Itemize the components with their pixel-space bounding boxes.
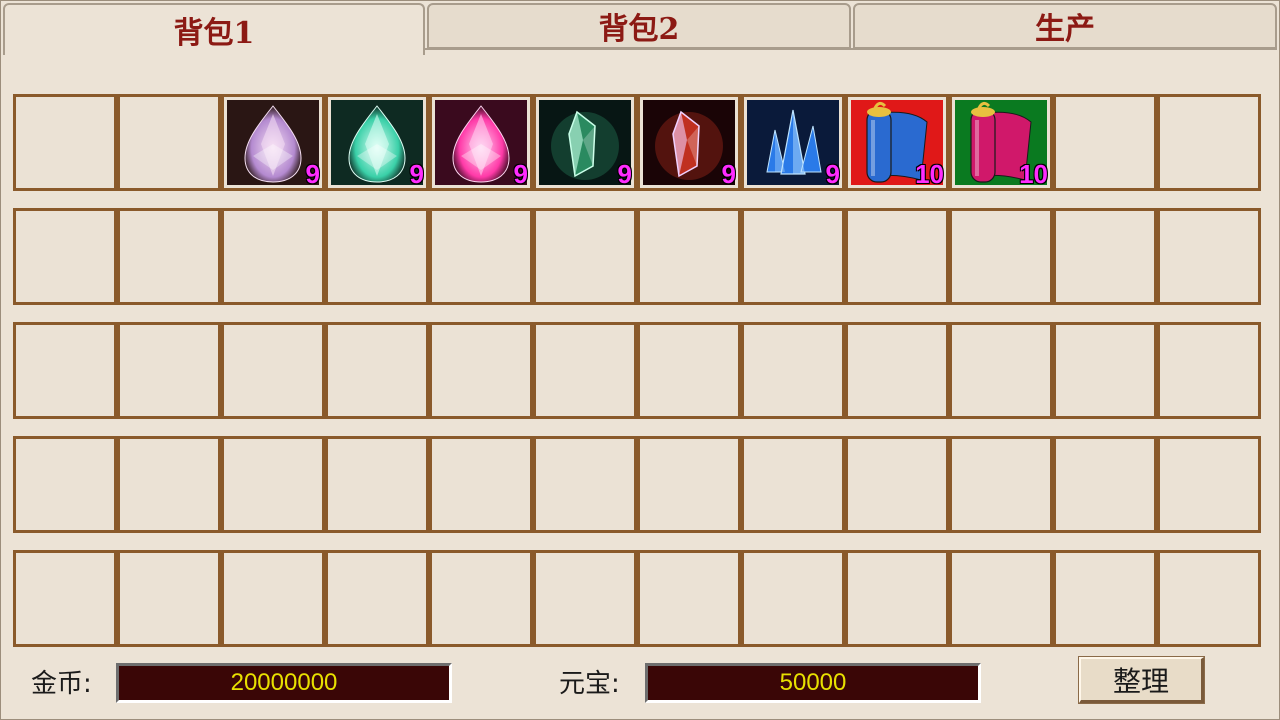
inventory-slot[interactable] — [221, 322, 325, 419]
inventory-slot[interactable] — [117, 208, 221, 305]
inventory-slot[interactable]: 9 — [533, 94, 637, 191]
inventory-slot[interactable] — [1157, 322, 1261, 419]
inventory-slot[interactable] — [325, 550, 429, 647]
inventory-slot[interactable] — [1053, 550, 1157, 647]
item-count: 9 — [721, 159, 736, 189]
item-count: 10 — [915, 159, 944, 189]
inventory-slot[interactable] — [949, 208, 1053, 305]
inventory-slot[interactable] — [117, 550, 221, 647]
inventory-slot[interactable] — [741, 436, 845, 533]
inventory-slot[interactable] — [637, 550, 741, 647]
inventory-slot[interactable]: 9 — [325, 94, 429, 191]
inventory-slot[interactable] — [13, 436, 117, 533]
inventory-slot[interactable] — [845, 436, 949, 533]
inventory-slot[interactable]: 9 — [429, 94, 533, 191]
inventory-slot[interactable] — [1053, 208, 1157, 305]
inventory-slot[interactable] — [325, 322, 429, 419]
tab-production[interactable]: 生产 — [853, 3, 1277, 49]
tab-divider — [425, 48, 1277, 50]
inventory-slot[interactable] — [741, 550, 845, 647]
inventory-slot[interactable] — [429, 436, 533, 533]
inventory-slot[interactable]: 9 — [221, 94, 325, 191]
inventory-slot[interactable] — [637, 322, 741, 419]
inventory-slot[interactable] — [949, 322, 1053, 419]
item-count: 9 — [513, 159, 528, 189]
item-count: 9 — [305, 159, 320, 189]
inventory-slot[interactable] — [325, 208, 429, 305]
item-count: 10 — [1019, 159, 1048, 189]
inventory-slot[interactable] — [845, 550, 949, 647]
gold-value-field: 20000000 — [116, 663, 452, 703]
inventory-slot[interactable] — [13, 550, 117, 647]
inventory-slot[interactable] — [1157, 94, 1261, 191]
inventory-slot[interactable] — [637, 208, 741, 305]
yuanbao-label: 元宝: — [559, 669, 620, 699]
inventory-slot[interactable] — [429, 208, 533, 305]
sort-button[interactable]: 整理 — [1078, 656, 1205, 704]
inventory-slot[interactable] — [1053, 94, 1157, 191]
inventory-slot[interactable] — [1053, 436, 1157, 533]
inventory-slot[interactable] — [221, 208, 325, 305]
inventory-slot[interactable]: 9 — [741, 94, 845, 191]
inventory-slot[interactable] — [117, 94, 221, 191]
inventory-slot[interactable] — [845, 322, 949, 419]
inventory-slot[interactable] — [533, 550, 637, 647]
inventory-slot[interactable] — [949, 436, 1053, 533]
tab-bag-2[interactable]: 背包2 — [427, 3, 851, 49]
inventory-slot[interactable] — [13, 208, 117, 305]
inventory-slot[interactable] — [13, 322, 117, 419]
item-count: 9 — [825, 159, 840, 189]
inventory-slot[interactable] — [741, 322, 845, 419]
inventory-slot[interactable] — [1157, 436, 1261, 533]
inventory-slot[interactable]: 9 — [637, 94, 741, 191]
item-count: 9 — [617, 159, 632, 189]
inventory-slot[interactable] — [117, 436, 221, 533]
inventory-window: 背包1 背包2 生产 9 9 9 9 9 9 10 10 金币: 2000000… — [0, 0, 1280, 720]
inventory-slot[interactable] — [741, 208, 845, 305]
item-count: 9 — [409, 159, 424, 189]
inventory-slot[interactable] — [429, 550, 533, 647]
inventory-slot[interactable] — [13, 94, 117, 191]
inventory-slot[interactable] — [1053, 322, 1157, 419]
inventory-slot[interactable] — [533, 436, 637, 533]
tab-bag-1[interactable]: 背包1 — [3, 3, 425, 55]
inventory-slot[interactable] — [429, 322, 533, 419]
inventory-slot[interactable] — [221, 550, 325, 647]
inventory-slot[interactable]: 10 — [949, 94, 1053, 191]
inventory-slot[interactable] — [845, 208, 949, 305]
inventory-slot[interactable] — [117, 322, 221, 419]
inventory-slot[interactable] — [325, 436, 429, 533]
gold-label: 金币: — [31, 669, 92, 699]
inventory-slot[interactable] — [221, 436, 325, 533]
inventory-slot[interactable]: 10 — [845, 94, 949, 191]
inventory-slot[interactable] — [533, 322, 637, 419]
inventory-slot[interactable] — [1157, 208, 1261, 305]
inventory-grid: 9 9 9 9 9 9 10 10 — [13, 94, 1261, 647]
inventory-slot[interactable] — [1157, 550, 1261, 647]
inventory-slot[interactable] — [949, 550, 1053, 647]
inventory-slot[interactable] — [637, 436, 741, 533]
inventory-slot[interactable] — [533, 208, 637, 305]
yuanbao-value-field: 50000 — [645, 663, 981, 703]
